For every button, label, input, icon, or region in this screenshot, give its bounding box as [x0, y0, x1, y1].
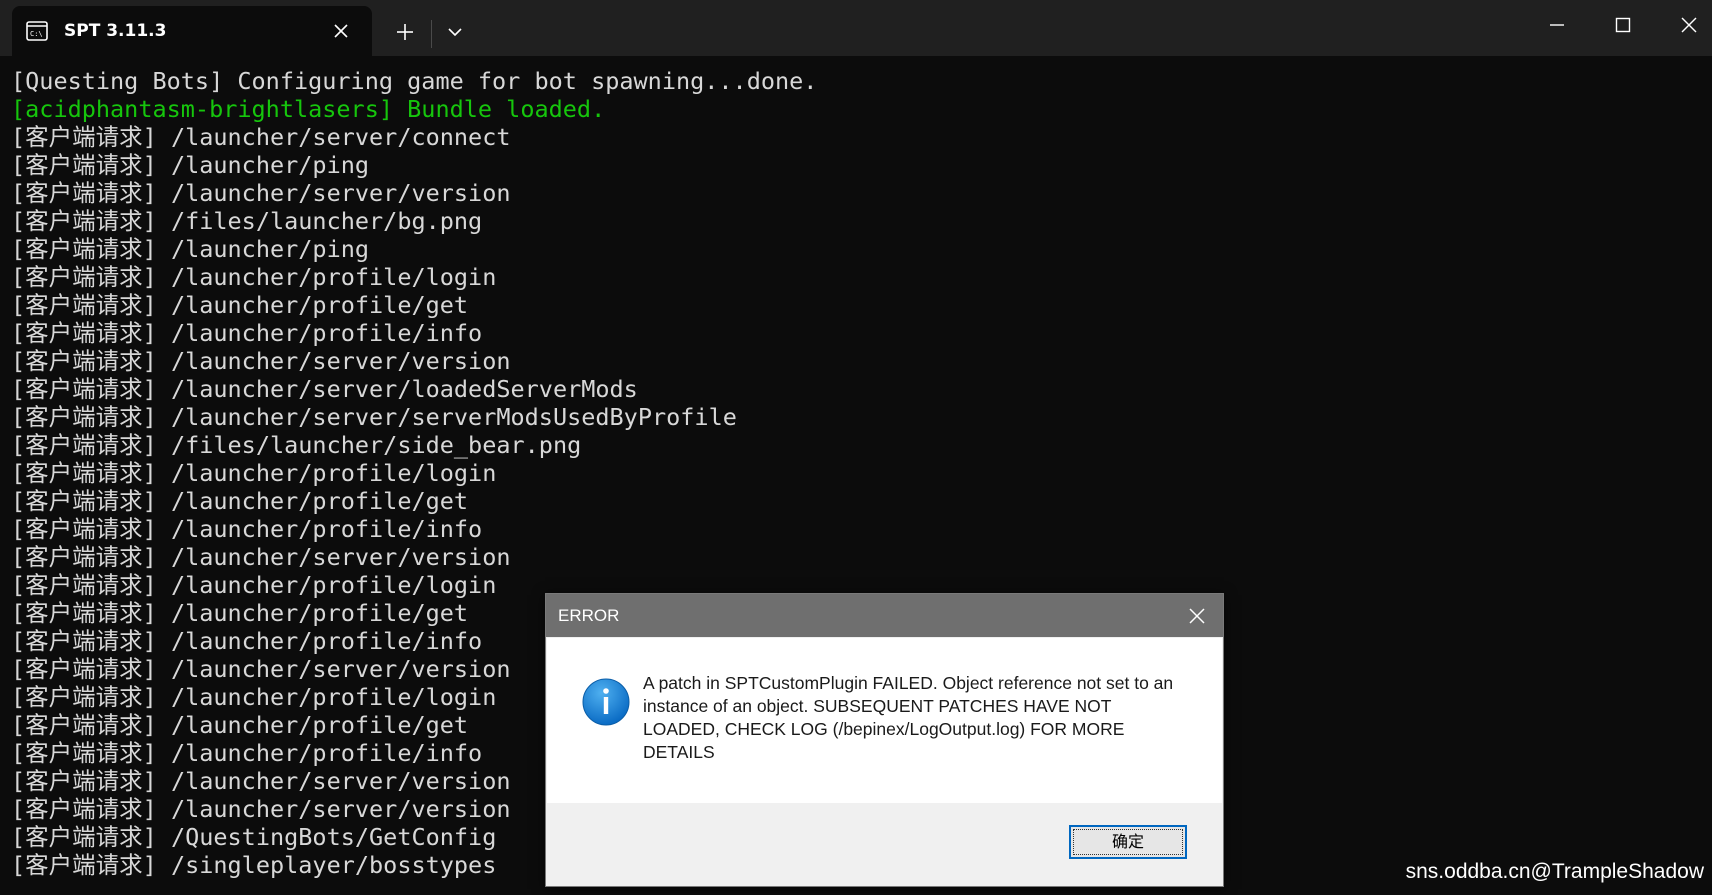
console-line: [客户端请求] /launcher/ping [11, 235, 370, 263]
console-line: [客户端请求] /launcher/profile/login [11, 263, 497, 291]
svg-text:C:\: C:\ [30, 30, 43, 38]
console-line: [客户端请求] /launcher/profile/info [11, 515, 483, 543]
console-line: [acidphantasm-brightlasers] Bundle loade… [11, 95, 606, 123]
console-line: [客户端请求] /launcher/server/connect [11, 123, 511, 151]
terminal-icon: C:\ [26, 21, 48, 41]
dialog-title-bar[interactable]: ERROR [546, 594, 1223, 637]
console-line: [客户端请求] /files/launcher/bg.png [11, 207, 483, 235]
tab-title: SPT 3.11.3 [64, 21, 167, 41]
window-close-button[interactable] [1656, 0, 1712, 50]
dialog-close-icon[interactable] [1187, 606, 1207, 626]
new-tab-plus-icon[interactable] [390, 17, 420, 47]
info-icon [582, 678, 630, 726]
maximize-icon [1615, 17, 1631, 33]
tab-spt[interactable]: C:\ SPT 3.11.3 [12, 6, 372, 56]
dialog-message: A patch in SPTCustomPlugin FAILED. Objec… [643, 673, 1174, 762]
chevron-down-icon[interactable] [440, 17, 470, 47]
terminal-window: C:\ SPT 3.11.3 [Questing Bots] Configuri… [0, 0, 1712, 895]
minimize-icon [1550, 24, 1564, 26]
console-line: [客户端请求] /files/launcher/side_bear.png [11, 431, 582, 459]
console-line: [客户端请求] /launcher/server/version [11, 347, 511, 375]
console-line: [Questing Bots] Configuring game for bot… [11, 67, 818, 95]
close-icon [1681, 17, 1697, 33]
tab-close-icon[interactable] [330, 20, 352, 42]
console-line: [客户端请求] /launcher/server/version [11, 179, 511, 207]
maximize-button[interactable] [1590, 0, 1656, 50]
title-bar: C:\ SPT 3.11.3 [0, 0, 1712, 56]
console-line: [客户端请求] /launcher/server/loadedServerMod… [11, 375, 638, 403]
console-line: [客户端请求] /launcher/ping [11, 151, 370, 179]
ok-button[interactable]: 确定 [1069, 825, 1187, 859]
watermark: sns.oddba.cn@TrampleShadow [1405, 860, 1704, 883]
console-line: [客户端请求] /launcher/server/serverModsUsedB… [11, 403, 737, 431]
console-line: [客户端请求] /launcher/profile/login [11, 459, 497, 487]
tab-divider [431, 20, 432, 48]
dialog-title: ERROR [558, 606, 620, 625]
console-line: [客户端请求] /launcher/server/version [11, 543, 511, 571]
console-line: [客户端请求] /launcher/profile/get [11, 487, 469, 515]
console-line: [客户端请求] /launcher/profile/get [11, 291, 469, 319]
dialog-body: A patch in SPTCustomPlugin FAILED. Objec… [547, 638, 1222, 803]
console-line: [客户端请求] /launcher/profile/info [11, 319, 483, 347]
error-dialog: ERROR A patch in SPTCustomPlugin FAILED.… [545, 593, 1224, 887]
minimize-button[interactable] [1524, 0, 1590, 50]
